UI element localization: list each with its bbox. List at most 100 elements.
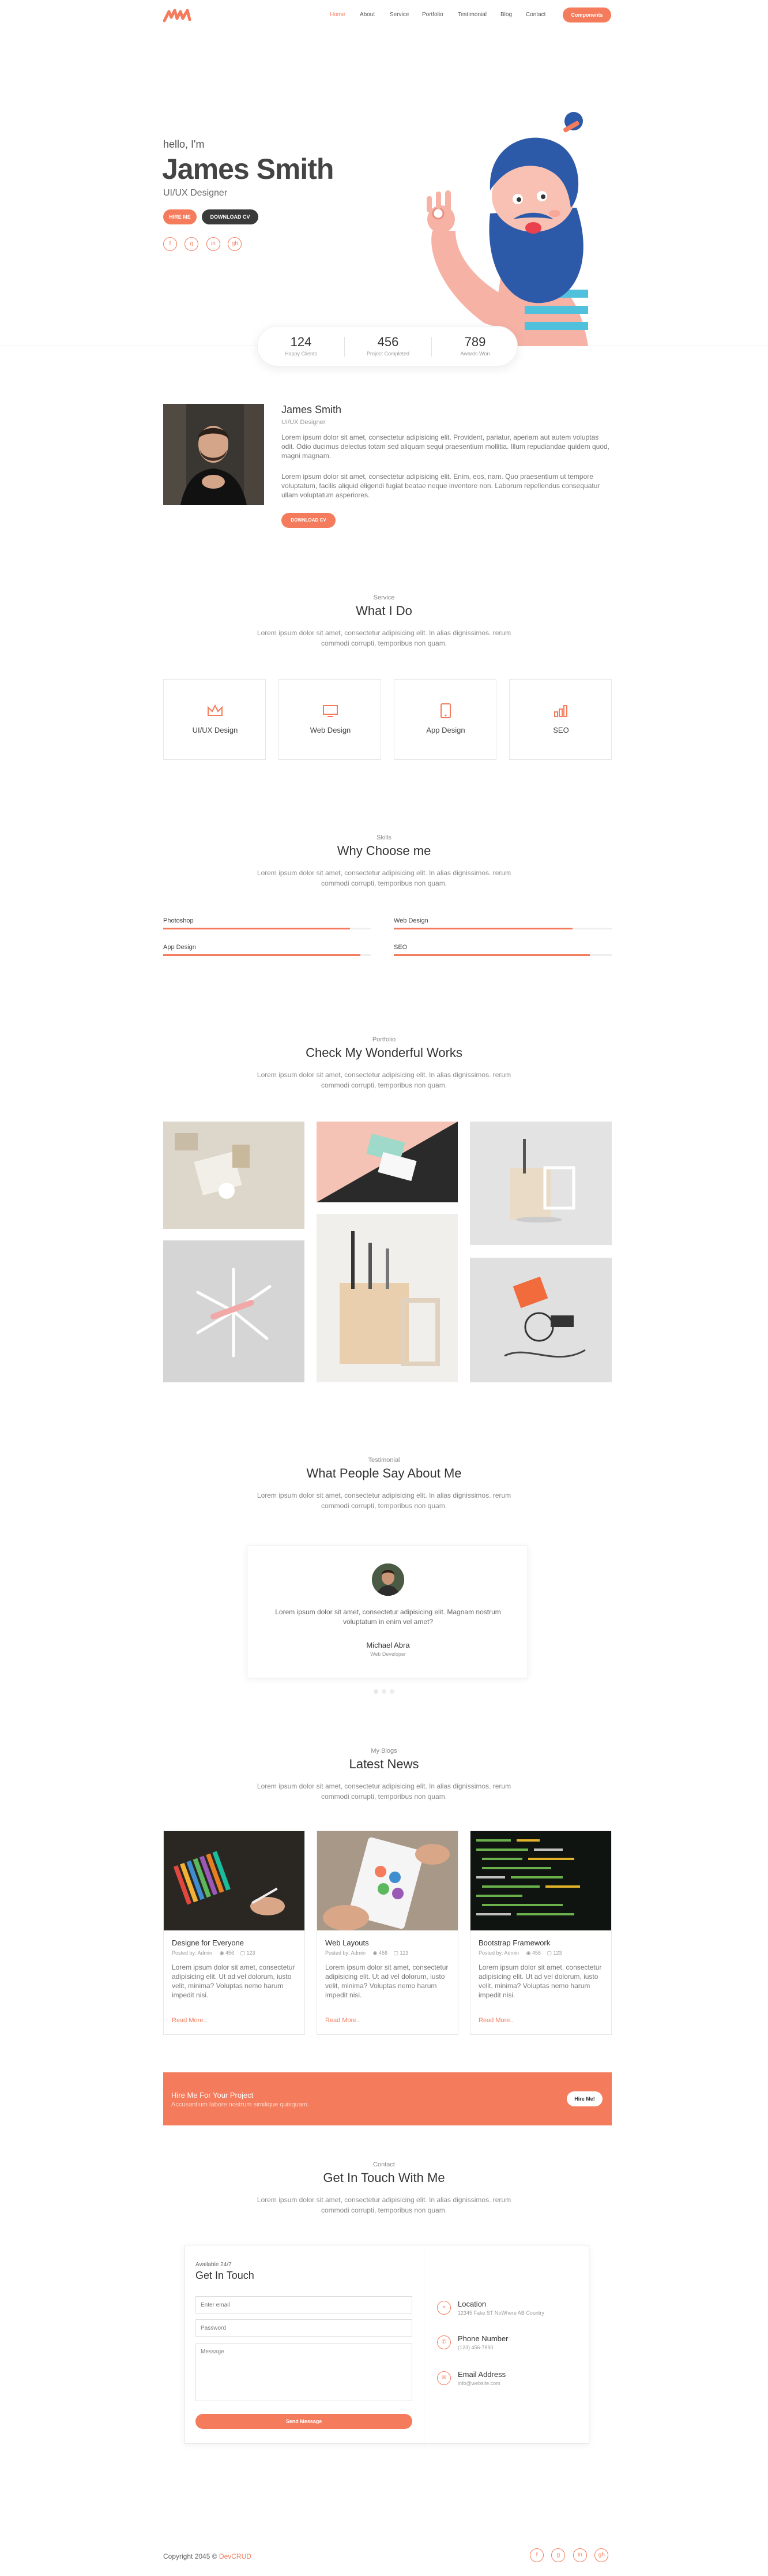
info-title: Phone Number — [458, 2334, 509, 2343]
nav-about[interactable]: About — [360, 12, 375, 18]
portfolio-grid — [163, 1122, 612, 1382]
about-download-button[interactable]: DOWNLOAD CV — [281, 513, 336, 528]
service-card-web[interactable]: Web Design — [278, 679, 381, 760]
blog-card: Designe for Everyone Posted by: Admin ◉ … — [163, 1831, 305, 2035]
logo[interactable] — [163, 8, 193, 23]
contact-desc: Lorem ipsum dolor sit amet, consectetur … — [257, 2196, 511, 2214]
hero-name: James Smith — [162, 153, 334, 185]
footer-social: f g in gh — [530, 2548, 612, 2563]
skill-appdesign: App Design — [163, 944, 371, 956]
eye-icon: ◉ — [372, 1950, 378, 1956]
portfolio-item[interactable] — [470, 1258, 612, 1382]
components-button[interactable]: Components — [563, 8, 611, 23]
google-plus-icon[interactable]: g — [185, 237, 199, 251]
github-icon[interactable]: gh — [594, 2548, 609, 2562]
stat-label: Awards Won — [460, 351, 490, 357]
service-desc: Lorem ipsum dolor sit amet, consectetur … — [257, 629, 511, 647]
service-card-uiux[interactable]: UI/UX Design — [163, 679, 266, 760]
hire-me-button[interactable]: HIRE ME — [163, 209, 197, 224]
about-name: James Smith — [281, 404, 342, 415]
message-field[interactable] — [195, 2343, 412, 2401]
map-pin-icon: ⌖ — [437, 2301, 451, 2315]
hire-subtitle: Accusantium labore nostrum similique qui… — [171, 2101, 310, 2108]
blog-views: 456 — [225, 1950, 234, 1956]
contact-label: Contact — [373, 2161, 395, 2168]
nav-service[interactable]: Service — [390, 12, 409, 18]
service-name: Web Design — [310, 726, 351, 734]
navbar: Home About Service Portfolio Testimonial… — [0, 0, 768, 35]
skill-photoshop: Photoshop — [163, 917, 371, 929]
footer-brand[interactable]: DevCRUD — [219, 2552, 251, 2560]
read-more-link[interactable]: Read More.. — [325, 2017, 360, 2024]
password-field[interactable] — [195, 2319, 412, 2337]
email-field[interactable] — [195, 2296, 412, 2313]
blog-post-body: Lorem ipsum dolor sit amet, consectetur … — [479, 1963, 602, 1999]
linkedin-icon[interactable]: in — [573, 2548, 587, 2562]
info-value: (123) 456-7890 — [458, 2345, 494, 2350]
facebook-icon[interactable]: f — [530, 2548, 544, 2562]
eye-icon: ◉ — [219, 1950, 224, 1956]
blog-card: Bootstrap Framework Posted by: Admin ◉ 4… — [470, 1831, 612, 2035]
about-photo — [163, 404, 264, 505]
portfolio-item[interactable] — [163, 1240, 304, 1382]
skill-name: App Design — [163, 944, 196, 951]
portfolio-label: Portfolio — [372, 1036, 396, 1043]
blog-comments: 123 — [400, 1950, 409, 1956]
nav-testimonial[interactable]: Testimonial — [458, 12, 487, 18]
skill-bar — [394, 928, 573, 929]
service-cards: UI/UX Design Web Design App Design SEO — [163, 679, 612, 760]
read-more-link[interactable]: Read More.. — [479, 2017, 514, 2024]
eye-icon: ◉ — [526, 1950, 531, 1956]
carousel-dot[interactable] — [382, 1689, 386, 1694]
linkedin-icon[interactable]: in — [206, 237, 220, 251]
google-plus-icon[interactable]: g — [551, 2548, 566, 2562]
blog-author: Posted by: Admin — [325, 1950, 366, 1956]
copyright: Copyright 2045 © DevCRUD — [163, 2552, 251, 2560]
form-subtitle: Available 24/7 — [195, 2262, 232, 2268]
portfolio-item[interactable] — [163, 1122, 304, 1229]
blog-post-title[interactable]: Web Layouts — [325, 1938, 369, 1947]
testimonial-card: Lorem ipsum dolor sit amet, consectetur … — [247, 1546, 528, 1678]
hire-me-banner-button[interactable]: Hire Me! — [567, 2091, 603, 2106]
service-name: App Design — [426, 726, 465, 734]
github-icon[interactable]: gh — [228, 237, 242, 251]
bar-chart-icon — [552, 704, 570, 718]
service-card-seo[interactable]: SEO — [509, 679, 612, 760]
send-message-button[interactable]: Send Message — [195, 2414, 412, 2429]
nav-home[interactable]: Home — [330, 12, 345, 18]
portfolio-item[interactable] — [317, 1122, 458, 1202]
blog-title: Latest News — [349, 1757, 419, 1771]
skill-bar — [163, 954, 360, 956]
info-value: info@website.com — [458, 2380, 500, 2386]
nav-blog[interactable]: Blog — [500, 12, 512, 18]
form-title: Get In Touch — [195, 2270, 254, 2281]
skill-seo: SEO — [394, 944, 612, 956]
hero-section: hello, I'm James Smith UI/UX Designer HI… — [0, 35, 768, 346]
service-card-app[interactable]: App Design — [394, 679, 496, 760]
skill-name: Web Design — [394, 917, 428, 924]
monitor-icon — [322, 704, 339, 718]
info-value: 12345 Fake ST NoWhere AB Country — [458, 2310, 544, 2316]
download-cv-button[interactable]: DOWNLOAD CV — [202, 209, 258, 224]
facebook-icon[interactable]: f — [163, 237, 177, 251]
read-more-link[interactable]: Read More.. — [172, 2017, 207, 2024]
blog-comments: 123 — [553, 1950, 562, 1956]
service-title: What I Do — [356, 603, 412, 618]
portfolio-item[interactable] — [470, 1122, 612, 1245]
carousel-dot[interactable] — [374, 1689, 378, 1694]
comment-icon: ▢ — [240, 1950, 245, 1956]
skill-name: Photoshop — [163, 917, 194, 924]
blog-post-title[interactable]: Bootstrap Framework — [479, 1938, 550, 1947]
contact-form: Available 24/7 Get In Touch Send Message — [185, 2245, 424, 2443]
contact-title: Get In Touch With Me — [323, 2170, 445, 2185]
crown-icon — [206, 704, 224, 718]
skills-title: Why Choose me — [337, 843, 431, 858]
blog-post-title[interactable]: Designe for Everyone — [172, 1938, 244, 1947]
blog-post-body: Lorem ipsum dolor sit amet, consectetur … — [325, 1963, 449, 1999]
portfolio-item[interactable] — [317, 1214, 458, 1382]
skill-name: SEO — [394, 944, 408, 951]
nav-portfolio[interactable]: Portfolio — [422, 12, 443, 18]
nav-contact[interactable]: Contact — [526, 12, 545, 18]
tablet-icon — [437, 703, 454, 719]
carousel-dot[interactable] — [390, 1689, 394, 1694]
